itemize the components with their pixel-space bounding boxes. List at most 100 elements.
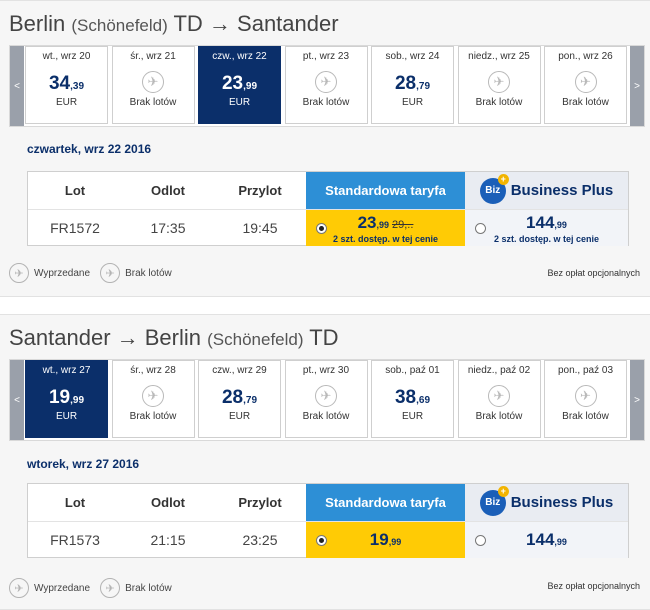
optional-fees-note: Bez opłat opcjonalnych	[547, 581, 640, 591]
col-flight-header: Lot	[64, 495, 86, 510]
legend-no-flights: Brak lotów	[125, 267, 172, 279]
business-plus-option[interactable]: 144,99 2 szt. dostęp. w tej cenie	[465, 209, 628, 246]
date-option[interactable]: sob., wrz 24 28,79 EUR	[371, 46, 454, 124]
date-label: sob., wrz 24	[385, 51, 440, 62]
plane-down-icon: ✈	[9, 578, 29, 598]
date-price: 34,39	[48, 73, 85, 94]
col-arrival-header: Przylot	[238, 495, 282, 510]
currency-label: EUR	[55, 97, 78, 108]
currency-label: EUR	[55, 411, 78, 422]
plane-crossed-icon: ✈	[315, 71, 337, 93]
date-option[interactable]: pon., paź 03 ✈ Brak lotów	[544, 360, 627, 438]
route-origin-airport: (Schönefeld)	[71, 16, 168, 35]
route-destination: TD → Santander	[167, 11, 339, 36]
arrival-time: 19:45	[214, 209, 306, 246]
plane-crossed-icon: ✈	[488, 71, 510, 93]
date-price: 38,69	[394, 387, 431, 408]
date-strip: < > wt., wrz 27 19,99 EUR śr., wrz 28 ✈ Brak …	[9, 359, 645, 441]
date-label: śr., wrz 28	[130, 365, 176, 376]
plane-crossed-icon: ✈	[315, 385, 337, 407]
business-plus-header: Biz Business Plus	[465, 484, 628, 521]
col-arrival-header: Przylot	[238, 183, 282, 198]
date-price: 19,99	[48, 387, 85, 408]
no-flights-label: Brak lotów	[129, 411, 177, 422]
date-option[interactable]: pon., wrz 26 ✈ Brak lotów	[544, 46, 627, 124]
no-flights-label: Brak lotów	[562, 97, 609, 108]
business-plus-radio[interactable]	[475, 223, 486, 234]
selected-date-heading: wtorek, wrz 27 2016	[27, 457, 140, 471]
next-dates-button[interactable]: >	[630, 46, 644, 126]
date-label: sob., paź 01	[385, 365, 440, 376]
date-label: niedz., wrz 25	[468, 51, 530, 62]
plane-crossed-icon: ✈	[100, 578, 121, 598]
prev-dates-button[interactable]: <	[10, 360, 24, 440]
date-option[interactable]: pt., wrz 23 ✈ Brak lotów	[284, 46, 368, 124]
flight-table: Lot Odlot Przylot Standardowa taryfa Biz…	[27, 171, 629, 246]
date-price: 23,99	[221, 73, 258, 94]
date-option[interactable]: niedz., wrz 25 ✈ Brak lotów	[457, 46, 541, 124]
date-label: czw., wrz 22	[212, 51, 267, 62]
standard-fare-price: 23,99 29,..	[357, 212, 414, 232]
date-option[interactable]: sob., paź 01 38,69 EUR	[371, 360, 454, 438]
col-departure-header: Odlot	[151, 183, 185, 198]
flight-number: FR1573	[28, 521, 122, 558]
standard-fare-option[interactable]: 19,99	[306, 521, 465, 558]
legend: ✈ Wyprzedane ✈ Brak lotów	[9, 578, 172, 598]
outbound-section: Berlin (Schönefeld) TD → Santander < > w…	[0, 0, 650, 297]
seats-available: 2 szt. dostęp. w tej cenie	[332, 233, 439, 244]
no-flights-label: Brak lotów	[129, 97, 177, 108]
standard-fare-radio[interactable]	[316, 535, 327, 546]
standard-fare-option[interactable]: 23,99 29,.. 2 szt. dostęp. w tej cenie	[306, 209, 465, 246]
date-label: pt., wrz 30	[302, 365, 350, 376]
plane-down-icon: ✈	[9, 263, 29, 283]
no-flights-label: Brak lotów	[475, 97, 523, 108]
date-label: niedz., paź 02	[467, 365, 531, 376]
prev-dates-button[interactable]: <	[10, 46, 24, 126]
business-plus-label: Business Plus	[510, 182, 614, 199]
date-label: śr., wrz 21	[130, 51, 176, 62]
date-option[interactable]: wt., wrz 20 34,39 EUR	[25, 46, 108, 124]
date-option[interactable]: śr., wrz 28 ✈ Brak lotów	[111, 360, 195, 438]
plane-crossed-icon: ✈	[142, 385, 164, 407]
no-flights-label: Brak lotów	[475, 411, 523, 422]
seats-available: 2 szt. dostęp. w tej cenie	[493, 233, 600, 244]
date-label: wt., wrz 20	[42, 51, 91, 62]
plane-crossed-icon: ✈	[574, 385, 597, 407]
date-label: pt., wrz 23	[302, 51, 350, 62]
no-flights-label: Brak lotów	[302, 97, 350, 108]
date-option[interactable]: pt., wrz 30 ✈ Brak lotów	[284, 360, 368, 438]
biz-logo-icon: Biz	[479, 485, 509, 516]
date-option[interactable]: śr., wrz 21 ✈ Brak lotów	[111, 46, 195, 124]
standard-fare-radio[interactable]	[316, 223, 327, 234]
next-dates-button[interactable]: >	[630, 360, 644, 440]
business-plus-option[interactable]: 144,99	[465, 521, 628, 558]
plane-crossed-icon: ✈	[142, 71, 164, 93]
route-title: Santander → Berlin (Schönefeld) TD	[9, 325, 339, 351]
col-flight-header: Lot	[64, 183, 86, 198]
standard-fare-price: 19,99	[369, 530, 402, 549]
date-price: 28,79	[221, 387, 258, 408]
date-option[interactable]: czw., wrz 29 28,79 EUR	[198, 360, 281, 438]
inbound-section: Santander → Berlin (Schönefeld) TD < > w…	[0, 314, 650, 610]
plane-crossed-icon: ✈	[100, 263, 121, 283]
plane-crossed-icon: ✈	[488, 385, 510, 407]
business-plus-label: Business Plus	[510, 494, 614, 511]
legend-no-flights: Brak lotów	[125, 582, 172, 594]
business-plus-price: 144,99	[526, 212, 567, 232]
old-price: 29,..	[392, 218, 414, 231]
currency-label: EUR	[401, 411, 424, 422]
route-airport-code: TD	[303, 325, 339, 350]
flight-table: Lot Odlot Przylot Standardowa taryfa Biz…	[27, 483, 629, 558]
route-origin-destination: Santander → Berlin	[9, 325, 201, 350]
date-strip: < > wt., wrz 20 34,39 EUR śr., wrz 21 ✈ Brak …	[9, 45, 645, 127]
date-option[interactable]: czw., wrz 22 23,99 EUR	[198, 46, 281, 124]
departure-time: 17:35	[122, 209, 214, 246]
departure-time: 21:15	[122, 521, 214, 558]
flight-number: FR1572	[28, 209, 122, 246]
standard-fare-header: Standardowa taryfa	[306, 484, 465, 521]
business-plus-radio[interactable]	[475, 535, 486, 546]
date-label: wt., wrz 27	[42, 365, 91, 376]
date-option[interactable]: niedz., paź 02 ✈ Brak lotów	[457, 360, 541, 438]
date-option[interactable]: wt., wrz 27 19,99 EUR	[25, 360, 108, 438]
col-departure-header: Odlot	[151, 495, 185, 510]
